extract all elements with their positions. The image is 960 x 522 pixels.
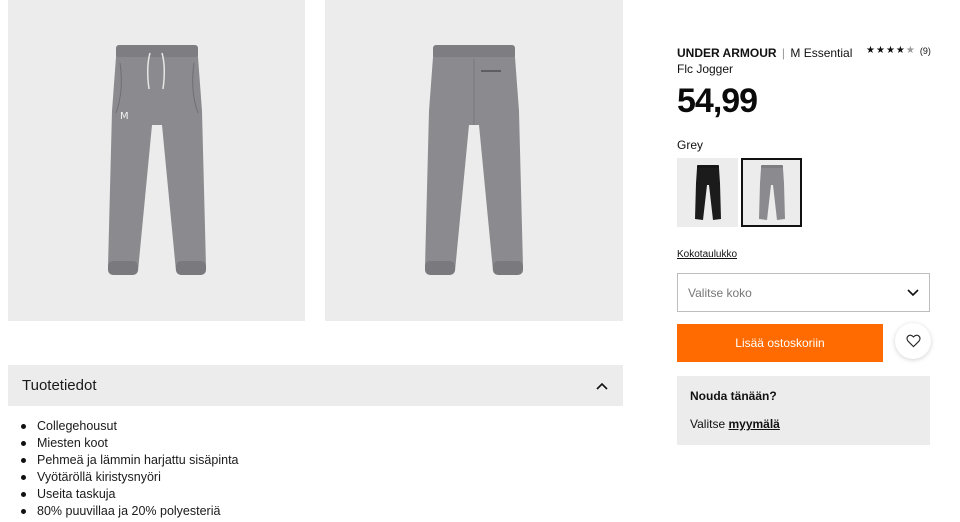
chevron-up-icon bbox=[595, 379, 609, 393]
size-guide-link[interactable]: Kokotaulukko bbox=[677, 249, 737, 260]
bullet-icon bbox=[21, 441, 26, 446]
pickup-box: Nouda tänään? Valitse myymälä bbox=[677, 376, 930, 445]
jogger-front-illustration: M bbox=[107, 44, 206, 275]
details-title: Tuotetiedot bbox=[22, 377, 97, 394]
color-swatch-black[interactable] bbox=[677, 158, 738, 227]
color-swatch-grey[interactable] bbox=[741, 158, 802, 227]
heart-icon bbox=[905, 334, 921, 348]
list-item: Vyötäröllä kiristysnyöri bbox=[20, 469, 580, 486]
details-accordion-header[interactable]: Tuotetiedot bbox=[8, 365, 623, 406]
list-item: Pehmeä ja lämmin harjattu sisäpinta bbox=[20, 452, 580, 469]
price: 54,99 bbox=[677, 82, 758, 120]
brand-name: UNDER ARMOUR bbox=[677, 46, 777, 60]
bullet-icon bbox=[21, 492, 26, 497]
jogger-back-illustration bbox=[425, 44, 523, 275]
chevron-down-icon bbox=[907, 288, 919, 296]
bullet-icon bbox=[21, 458, 26, 463]
product-title: UNDER ARMOUR | M Essential Flc Jogger bbox=[677, 45, 857, 77]
jogger-grey-thumbnail bbox=[758, 164, 785, 220]
star-icon: ★ bbox=[866, 45, 875, 56]
title-separator: | bbox=[781, 46, 786, 60]
logo-mark: M bbox=[120, 111, 129, 122]
half-star-icon: ★ bbox=[905, 45, 915, 56]
bullet-icon bbox=[21, 509, 26, 514]
wishlist-button[interactable] bbox=[895, 323, 931, 359]
bullet-icon bbox=[21, 424, 26, 429]
bullet-icon bbox=[21, 475, 26, 480]
size-select[interactable]: Valitse koko bbox=[677, 273, 930, 312]
star-icon: ★ bbox=[875, 45, 885, 56]
pickup-line: Valitse myymälä bbox=[690, 417, 917, 431]
size-select-placeholder: Valitse koko bbox=[688, 285, 752, 300]
rating[interactable]: ★ ★ ★ ★ ★ (9) bbox=[866, 45, 931, 57]
pickup-title: Nouda tänään? bbox=[690, 389, 777, 403]
add-to-cart-button[interactable]: Lisää ostoskoriin bbox=[677, 324, 883, 362]
star-icon: ★ bbox=[895, 45, 905, 56]
color-label: Grey bbox=[677, 138, 704, 152]
product-image-front[interactable]: M bbox=[8, 0, 305, 321]
list-item: 80% puuvillaa ja 20% polyesteriä bbox=[20, 503, 580, 520]
select-store-link[interactable]: myymälä bbox=[728, 417, 779, 431]
product-image-back[interactable] bbox=[325, 0, 623, 321]
list-item: Collegehousut bbox=[20, 418, 580, 435]
jogger-black-thumbnail bbox=[694, 164, 721, 220]
rating-count: (9) bbox=[919, 46, 931, 56]
list-item: Useita taskuja bbox=[20, 486, 580, 503]
details-list: Collegehousut Miesten koot Pehmeä ja läm… bbox=[20, 418, 580, 520]
pickup-prefix: Valitse bbox=[690, 417, 726, 431]
product-page: M UNDER ARMOUR | M Essential Flc Jogger … bbox=[0, 0, 960, 522]
star-icon: ★ bbox=[885, 45, 895, 56]
list-item: Miesten koot bbox=[20, 435, 580, 452]
